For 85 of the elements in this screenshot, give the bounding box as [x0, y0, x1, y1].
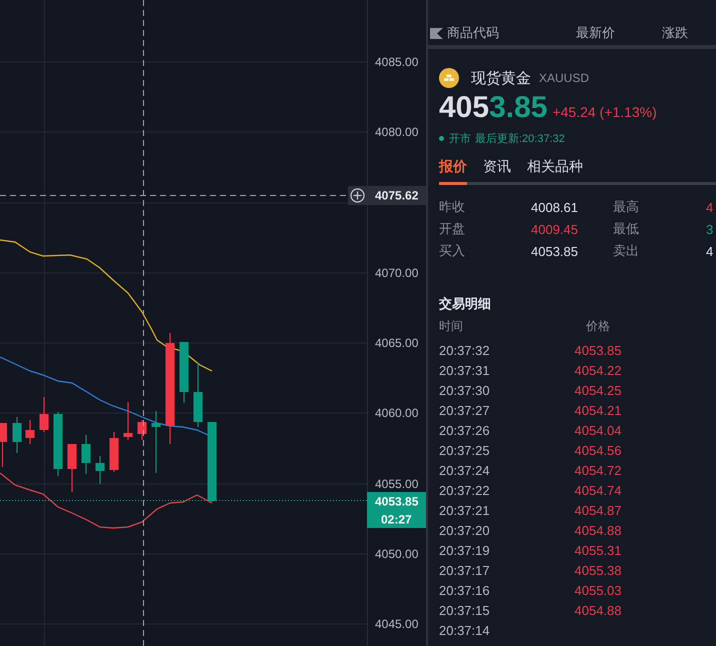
trade-time: 20:37:14 — [439, 622, 491, 638]
plus-circle-icon[interactable] — [348, 186, 367, 205]
candlestick — [12, 417, 22, 453]
column-header: 最新价 — [576, 24, 616, 42]
candlestick — [0, 423, 7, 467]
candlestick — [68, 444, 76, 492]
candlestick — [138, 420, 146, 440]
column-header: 商品代码 — [447, 24, 500, 42]
stat-label: 昨收 — [439, 198, 466, 216]
candlestick — [82, 435, 90, 474]
trade-time: 20:37:24 — [439, 462, 491, 478]
market-status: 开市 — [449, 132, 471, 146]
ingot-icon — [439, 68, 459, 88]
trade-price: 4054.88 — [574, 602, 622, 618]
trade-time: 20:37:26 — [439, 422, 491, 438]
candlestick — [180, 342, 188, 403]
trade-price: 4054.87 — [574, 502, 622, 518]
stat-value: 4 — [706, 244, 714, 258]
stat-label: 卖出 — [613, 242, 640, 260]
price-axis-label: 4065.00 — [375, 336, 418, 350]
section-title: 交易明细 — [439, 295, 492, 313]
crosshair-price-label: 4075.62 — [367, 186, 426, 205]
tab[interactable]: 报价 — [439, 157, 467, 185]
price-axis-label: 4060.00 — [375, 406, 418, 420]
last-price: 4053.85 — [439, 93, 548, 123]
price-axis-label: 4045.00 — [375, 617, 418, 631]
candlestick — [96, 456, 104, 484]
trade-price: 4054.74 — [574, 482, 622, 498]
instrument-symbol: XAUUSD — [539, 71, 590, 85]
trade-time: 20:37:30 — [439, 382, 491, 398]
trade-time: 20:37:20 — [439, 522, 491, 538]
trade-time: 20:37:15 — [439, 602, 491, 618]
trade-time: 20:37:19 — [439, 542, 491, 558]
trade-time: 20:37:16 — [439, 582, 491, 598]
stat-label: 最低 — [613, 220, 640, 238]
trade-price: 4055.03 — [574, 582, 622, 598]
price-axis-label: 4085.00 — [375, 55, 418, 69]
countdown-label: 02:27 — [367, 510, 426, 528]
candlestick — [110, 432, 118, 472]
stat-label: 最高 — [613, 198, 640, 216]
stat-value: 4 — [706, 200, 714, 214]
status-dot-icon — [439, 136, 444, 140]
candlestick — [194, 363, 202, 427]
trade-price: 4054.72 — [574, 462, 622, 478]
column-header: 价格 — [585, 318, 611, 334]
trade-price: 4055.38 — [574, 562, 622, 578]
trade-time: 20:37:17 — [439, 562, 491, 578]
candlestick — [40, 397, 48, 432]
candlestick — [152, 411, 160, 473]
stat-value: 4053.85 — [531, 244, 579, 258]
collapse-handle-icon[interactable] — [430, 28, 443, 38]
trade-time: 20:37:32 — [439, 342, 491, 358]
trade-price: 4054.88 — [574, 522, 622, 538]
column-header: 时间 — [439, 318, 464, 334]
current-price-label: 4053.85 — [367, 492, 426, 510]
trade-price: 4053.85 — [574, 342, 622, 358]
candlestick — [124, 402, 132, 440]
price-axis-label: 4055.00 — [375, 477, 418, 491]
stat-value: 4008.61 — [531, 200, 579, 214]
stat-value: 3 — [706, 222, 714, 236]
trade-time: 20:37:27 — [439, 402, 491, 418]
price-axis-label: 4050.00 — [375, 547, 418, 561]
trade-time: 20:37:31 — [439, 362, 491, 378]
trade-price: 4054.25 — [574, 382, 622, 398]
column-header: 涨跌 — [662, 24, 688, 42]
tab[interactable]: 相关品种 — [527, 157, 583, 185]
trade-time: 20:37:22 — [439, 482, 491, 498]
candlestick — [54, 412, 62, 476]
candlestick — [26, 420, 34, 444]
price-axis-label: 4070.00 — [375, 266, 418, 280]
trade-price: 4054.21 — [574, 402, 622, 418]
last-update-time: 最后更新:20:37:32 — [475, 132, 565, 146]
stat-label: 买入 — [439, 242, 466, 260]
trade-price: 4054.22 — [574, 362, 622, 378]
trade-time: 20:37:21 — [439, 502, 491, 518]
stat-value: 4009.45 — [531, 222, 579, 236]
trade-price: 4054.56 — [574, 442, 622, 458]
instrument-name: 现货黄金 — [471, 68, 531, 88]
tab[interactable]: 资讯 — [483, 157, 511, 185]
price-axis-label: 4080.00 — [375, 125, 418, 139]
trade-price: 4054.04 — [574, 422, 622, 438]
price-change: +45.24 (+1.13%) — [552, 104, 657, 120]
trade-time: 20:37:25 — [439, 442, 491, 458]
stat-label: 开盘 — [439, 220, 466, 238]
trade-price: 4055.31 — [574, 542, 622, 558]
